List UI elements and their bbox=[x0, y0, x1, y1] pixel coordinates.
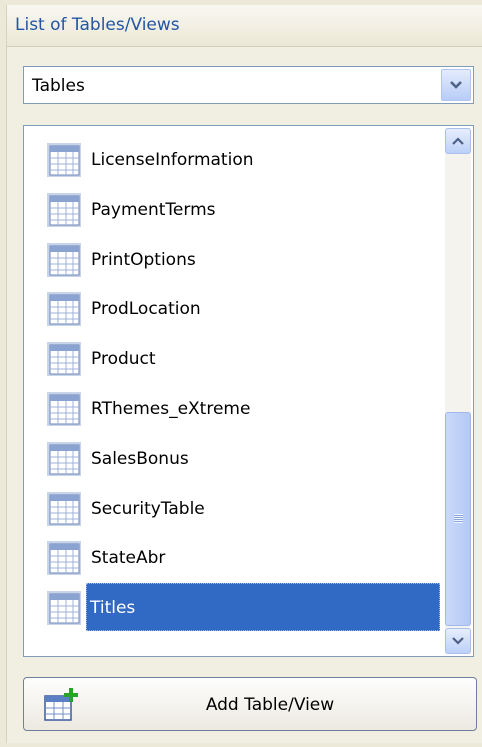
table-list-item[interactable]: RThemes_eXtreme bbox=[24, 384, 444, 434]
scroll-thumb[interactable] bbox=[445, 412, 471, 626]
table-icon bbox=[47, 491, 81, 526]
panel-header: List of Tables/Views bbox=[7, 5, 482, 47]
table-list-item[interactable]: ProdLocation bbox=[24, 284, 444, 334]
table-icon bbox=[47, 541, 81, 576]
table-list-item[interactable]: Titles bbox=[24, 583, 444, 633]
table-icon bbox=[47, 292, 81, 327]
table-list-item[interactable]: PrintOptions bbox=[24, 235, 444, 285]
table-icon bbox=[47, 441, 81, 476]
table-list-item[interactable]: StateAbr bbox=[24, 533, 444, 583]
panel-title: List of Tables/Views bbox=[15, 15, 180, 35]
table-list-item[interactable]: Product bbox=[24, 334, 444, 384]
table-list-item[interactable]: PaymentTerms bbox=[24, 185, 444, 235]
add-table-view-label: Add Table/View bbox=[205, 695, 335, 715]
table-icon bbox=[47, 192, 81, 227]
table-list-item-label: PaymentTerms bbox=[91, 199, 216, 220]
scroll-down-button[interactable] bbox=[445, 628, 471, 654]
table-list-item[interactable]: SecurityTable bbox=[24, 484, 444, 534]
add-table-view-button[interactable]: Add Table/View bbox=[23, 677, 477, 731]
table-list-item-label: SecurityTable bbox=[91, 498, 205, 519]
object-type-select-value: Tables bbox=[32, 76, 85, 96]
table-list-item-label: RThemes_eXtreme bbox=[91, 399, 251, 419]
table-list[interactable]: LicenseInformation PaymentTerms PrintOpt… bbox=[23, 125, 474, 657]
table-icon bbox=[47, 342, 81, 377]
table-list-item-label: PrintOptions bbox=[91, 249, 196, 270]
table-list-item[interactable]: SalesBonus bbox=[24, 434, 444, 484]
object-type-select[interactable]: Tables bbox=[23, 66, 474, 104]
chevron-up-icon bbox=[452, 137, 464, 145]
table-list-item-label: Product bbox=[91, 349, 156, 370]
table-list-item-label: Titles bbox=[86, 583, 440, 632]
table-list-item-label: LicenseInformation bbox=[91, 150, 254, 170]
table-icon bbox=[47, 242, 81, 277]
chevron-down-icon bbox=[450, 81, 462, 89]
table-list-item-label: StateAbr bbox=[91, 548, 166, 569]
scroll-grip-icon bbox=[454, 514, 463, 523]
scroll-up-button[interactable] bbox=[445, 128, 471, 154]
table-list-item-label: ProdLocation bbox=[91, 299, 201, 320]
vertical-scrollbar[interactable] bbox=[445, 128, 471, 654]
table-icon bbox=[47, 143, 81, 177]
table-icon bbox=[47, 591, 81, 626]
table-icon bbox=[47, 392, 81, 426]
table-list-item[interactable]: LicenseInformation bbox=[24, 135, 444, 185]
chevron-down-icon bbox=[452, 637, 464, 645]
tables-views-panel: List of Tables/Views Tables LicenseInfor… bbox=[6, 5, 482, 743]
dropdown-button[interactable] bbox=[441, 69, 471, 101]
table-list-item-label: SalesBonus bbox=[91, 448, 189, 469]
